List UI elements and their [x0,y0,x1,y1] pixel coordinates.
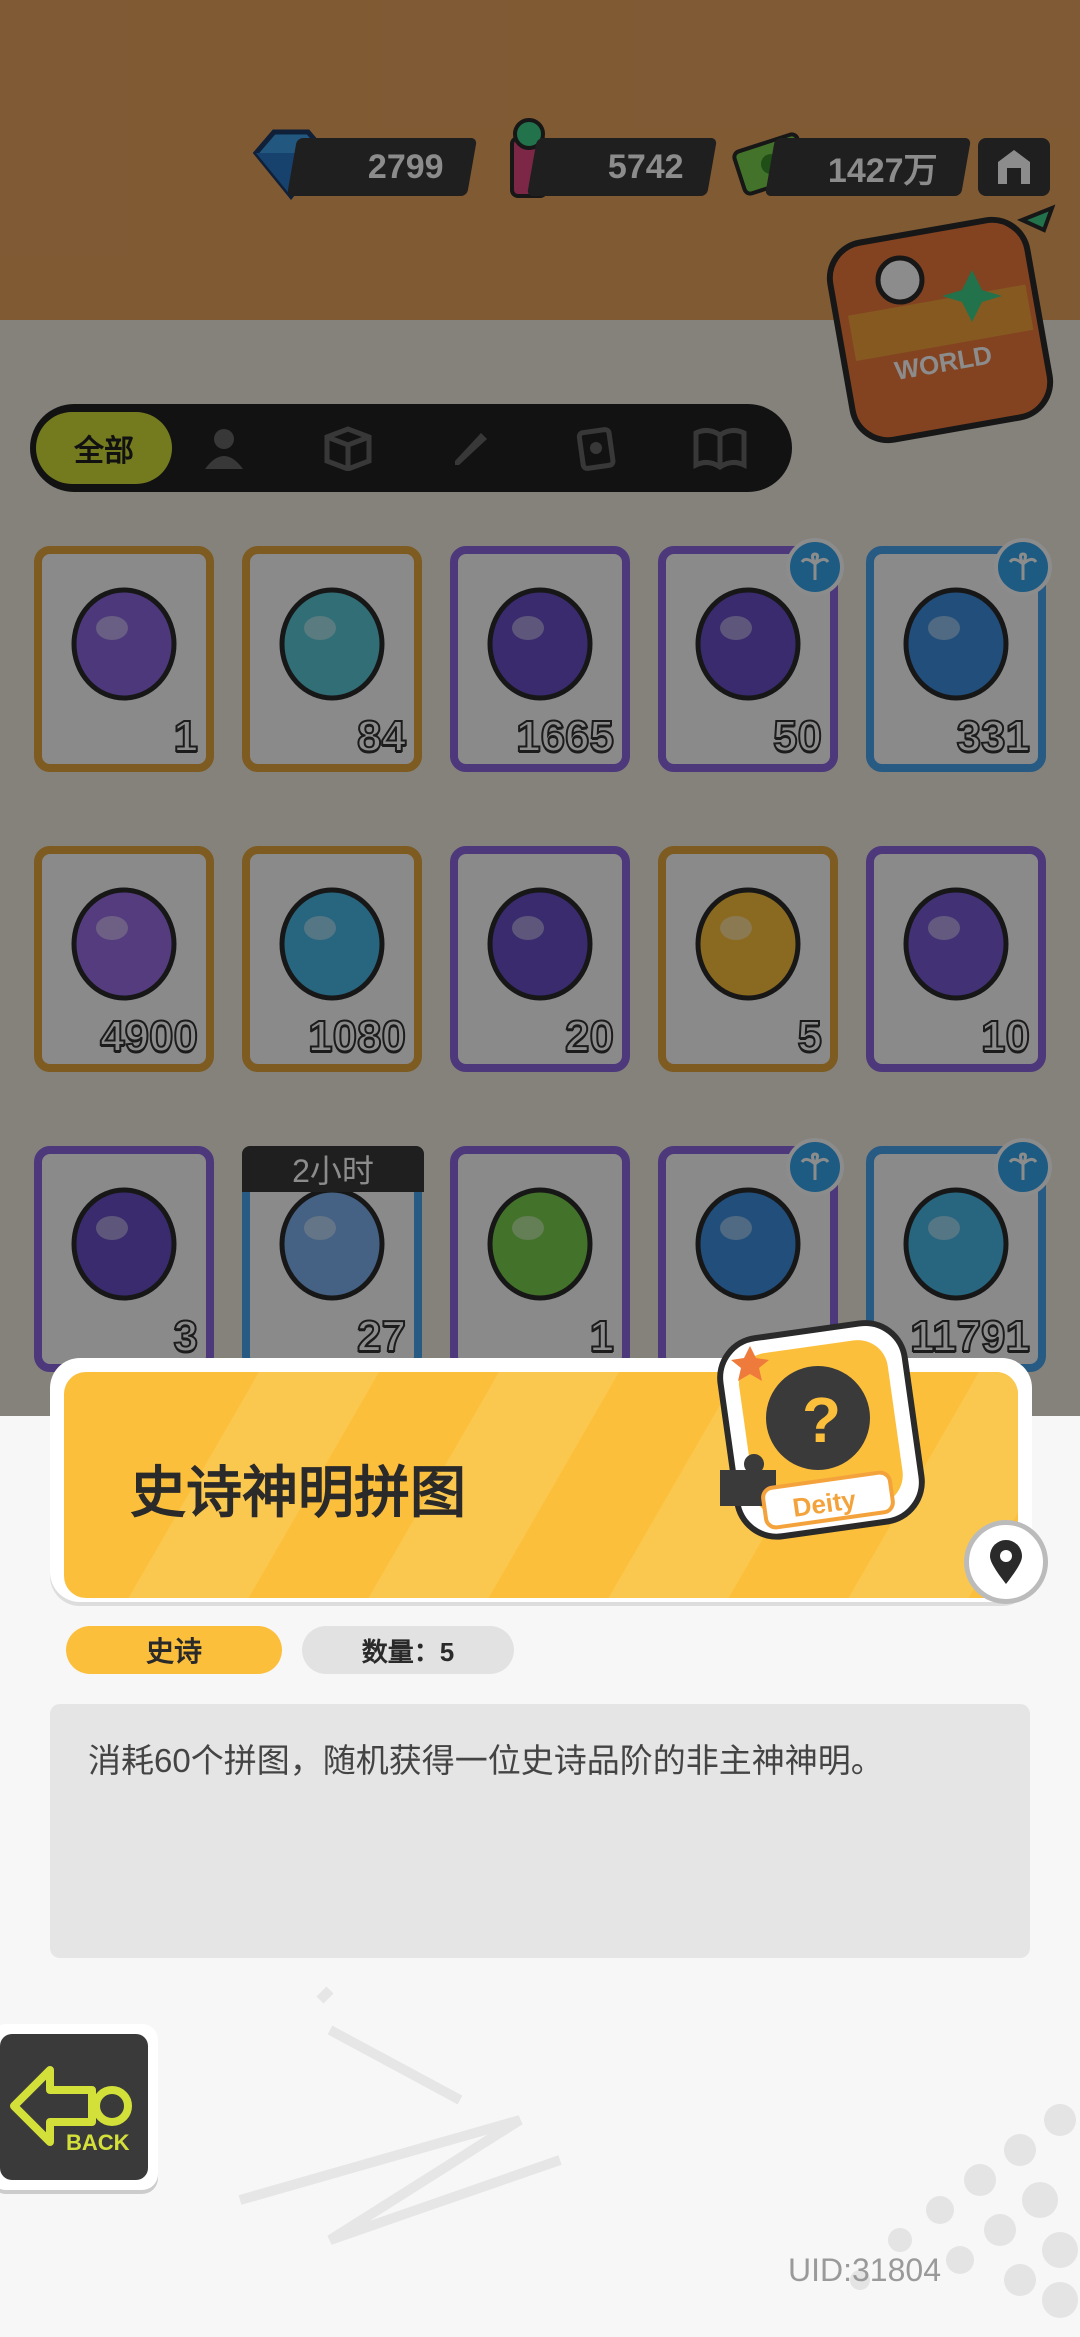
modal-dim-overlay[interactable] [0,0,1080,1420]
back-button[interactable]: BACK [0,2024,158,2190]
epic-deity-puzzle-image: ? Deity [717,1320,925,1540]
item-title: 史诗神明拼图 [130,1461,466,1524]
quantity-tag: 数量：5 [302,1626,514,1674]
back-arrow-icon: BACK [10,2066,132,2155]
back-button-inner: BACK [0,2034,148,2180]
locate-button[interactable] [964,1520,1048,1604]
back-label: BACK [66,2130,130,2155]
user-id: UID:31804 [788,2252,941,2288]
svg-text:?: ? [802,1384,841,1456]
rarity-tag: 史诗 [66,1626,282,1674]
location-pin-icon [990,1540,1022,1584]
item-description: 消耗60个拼图，随机获得一位史诗品阶的非主神神明。 [50,1704,1030,1958]
